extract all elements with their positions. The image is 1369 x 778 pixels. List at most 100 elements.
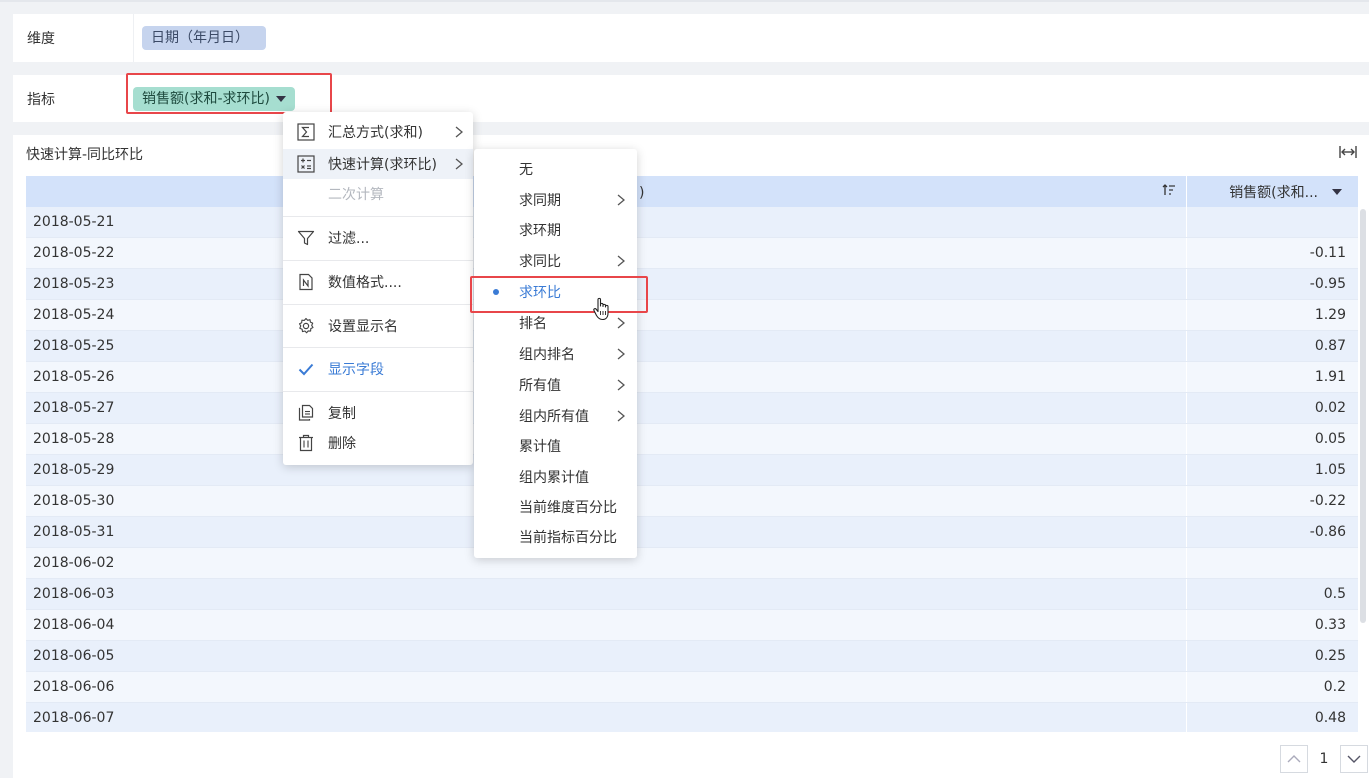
submenu-item-dimension-percent[interactable]: 当前维度百分比 bbox=[474, 492, 637, 522]
submenu-item-all-values[interactable]: 所有值 bbox=[474, 370, 637, 400]
column-header-sales-text: 销售额(求和... bbox=[1229, 184, 1318, 201]
dimension-tag-date[interactable]: 日期（年月日） bbox=[142, 26, 266, 50]
submenu-item-label: 累计值 bbox=[519, 439, 561, 455]
pagination: 1 bbox=[1280, 745, 1368, 773]
table-header: 日) 销售额(求和... bbox=[26, 176, 1358, 207]
hand-cursor-icon bbox=[593, 297, 609, 321]
menu-item-show-field[interactable]: 显示字段 bbox=[283, 354, 473, 384]
menu-item-copy[interactable]: 复制 bbox=[283, 398, 473, 428]
table-row[interactable]: 2018-05-23 -0.95 bbox=[26, 269, 1358, 300]
menu-item-quick-calc[interactable]: 快速计算(求环比) bbox=[283, 149, 473, 179]
indicator-label: 指标 bbox=[27, 91, 55, 108]
menu-item-delete-label: 删除 bbox=[328, 436, 356, 452]
submenu-item-cumulative[interactable]: 累计值 bbox=[474, 431, 637, 461]
table-row[interactable]: 2018-05-31 -0.86 bbox=[26, 517, 1358, 548]
calculator-icon bbox=[297, 155, 315, 173]
menu-separator bbox=[283, 391, 473, 392]
number-format-icon bbox=[299, 273, 313, 291]
submenu-item-group-cumulative[interactable]: 组内累计值 bbox=[474, 462, 637, 492]
cell-date: 2018-06-03 bbox=[26, 579, 1187, 609]
table-row[interactable]: 2018-05-24 1.29 bbox=[26, 300, 1358, 331]
submenu-item-label: 无 bbox=[519, 162, 533, 178]
menu-item-delete[interactable]: 删除 bbox=[283, 428, 473, 458]
filter-icon bbox=[297, 230, 315, 246]
submenu-item-group-rank[interactable]: 组内排名 bbox=[474, 339, 637, 369]
page-prev-button[interactable] bbox=[1280, 745, 1308, 773]
table-row[interactable]: 2018-06-02 bbox=[26, 548, 1358, 579]
trash-icon bbox=[299, 434, 313, 452]
submenu-item-same-period[interactable]: 求同期 bbox=[474, 185, 637, 215]
submenu-item-label: 组内排名 bbox=[519, 347, 575, 363]
table-row[interactable]: 2018-05-22 -0.11 bbox=[26, 238, 1358, 269]
cell-sales-value: 0.05 bbox=[1314, 431, 1346, 447]
indicator-tag-text: 销售额(求和-求环比) bbox=[142, 90, 270, 107]
table-row[interactable]: 2018-06-05 0.25 bbox=[26, 641, 1358, 672]
submenu-item-label: 组内累计值 bbox=[519, 470, 589, 486]
table-row[interactable]: 2018-05-27 0.02 bbox=[26, 393, 1358, 424]
submenu-item-label: 当前指标百分比 bbox=[519, 530, 617, 546]
chevron-right-icon bbox=[617, 255, 625, 267]
submenu-item-yoy-ratio[interactable]: 求同比 bbox=[474, 246, 637, 276]
submenu-item-indicator-percent[interactable]: 当前指标百分比 bbox=[474, 522, 637, 552]
cell-sales-value: 0.02 bbox=[1314, 400, 1346, 416]
table-row[interactable]: 2018-05-25 0.87 bbox=[26, 331, 1358, 362]
menu-item-summary-label: 汇总方式(求和) bbox=[328, 125, 423, 141]
submenu-item-prev-period[interactable]: 求环期 bbox=[474, 215, 637, 245]
page-next-button[interactable] bbox=[1340, 745, 1368, 773]
column-header-sales[interactable]: 销售额(求和... bbox=[1187, 176, 1358, 207]
submenu-item-group-all-values[interactable]: 组内所有值 bbox=[474, 401, 637, 431]
indicator-tag-sales[interactable]: 销售额(求和-求环比) bbox=[133, 86, 295, 111]
menu-item-display-name[interactable]: 设置显示名 bbox=[283, 311, 473, 341]
submenu-item-label: 求环比 bbox=[519, 285, 561, 301]
selected-dot-icon bbox=[493, 289, 499, 295]
menu-separator bbox=[283, 304, 473, 305]
expand-width-icon[interactable] bbox=[1339, 145, 1357, 159]
chevron-right-icon bbox=[617, 348, 625, 360]
cell-date: 2018-06-07 bbox=[26, 703, 1187, 732]
table-row[interactable]: 2018-06-03 0.5 bbox=[26, 579, 1358, 610]
cell-date: 2018-06-05 bbox=[26, 641, 1187, 671]
cell-sales-value: 1.05 bbox=[1314, 462, 1346, 478]
table-row[interactable]: 2018-06-07 0.48 bbox=[26, 703, 1358, 732]
table-row[interactable]: 2018-05-28 0.05 bbox=[26, 424, 1358, 455]
copy-icon bbox=[298, 404, 314, 421]
table-row[interactable]: 2018-05-29 1.05 bbox=[26, 455, 1358, 486]
table-row[interactable]: 2018-06-06 0.2 bbox=[26, 672, 1358, 703]
menu-separator bbox=[283, 260, 473, 261]
cell-sales-value: -0.22 bbox=[1309, 493, 1346, 509]
menu-item-summary[interactable]: 汇总方式(求和) bbox=[283, 117, 473, 147]
table-row[interactable]: 2018-06-04 0.33 bbox=[26, 610, 1358, 641]
table-row[interactable]: 2018-05-26 1.91 bbox=[26, 362, 1358, 393]
dimension-separator bbox=[133, 14, 134, 62]
caret-down-icon[interactable] bbox=[275, 95, 286, 102]
sigma-icon bbox=[297, 123, 315, 141]
cell-sales-value: 1.91 bbox=[1314, 369, 1346, 385]
cell-sales-value: 0.33 bbox=[1314, 617, 1346, 633]
submenu-item-rank[interactable]: 排名 bbox=[474, 308, 637, 338]
table-row[interactable]: 2018-05-21 bbox=[26, 207, 1358, 238]
menu-item-filter-label: 过滤... bbox=[328, 231, 370, 247]
vertical-scrollbar[interactable] bbox=[1360, 209, 1366, 623]
menu-item-number-format-label: 数值格式.... bbox=[328, 275, 402, 291]
menu-item-filter[interactable]: 过滤... bbox=[283, 223, 473, 253]
submenu-item-none[interactable]: 无 bbox=[474, 154, 637, 184]
submenu-item-label: 求同期 bbox=[519, 193, 561, 209]
cell-sales-value: 0.2 bbox=[1323, 679, 1346, 695]
caret-down-icon[interactable] bbox=[1332, 188, 1342, 195]
menu-separator bbox=[283, 216, 473, 217]
menu-item-show-field-label: 显示字段 bbox=[328, 362, 384, 378]
cell-sales-value bbox=[1187, 548, 1358, 578]
cell-sales-value bbox=[1187, 207, 1358, 237]
table-row[interactable]: 2018-05-30 -0.22 bbox=[26, 486, 1358, 517]
cell-sales-value: 0.25 bbox=[1314, 648, 1346, 664]
submenu-item-mom-ratio[interactable]: 求环比 bbox=[474, 277, 637, 307]
checkmark-icon bbox=[298, 363, 314, 376]
sort-icon[interactable] bbox=[1162, 183, 1176, 197]
table-body: 2018-05-21 2018-05-22 -0.11 2018-05-23 -0.95… bbox=[26, 207, 1358, 732]
data-table: 日) 销售额(求和... 2018-05-212018-05-22-0.1120… bbox=[26, 176, 1358, 732]
chevron-right-icon bbox=[617, 317, 625, 329]
submenu-item-label: 求同比 bbox=[519, 254, 561, 270]
menu-item-number-format[interactable]: 数值格式.... bbox=[283, 267, 473, 297]
dimension-label: 维度 bbox=[27, 31, 55, 47]
menu-separator bbox=[283, 347, 473, 348]
